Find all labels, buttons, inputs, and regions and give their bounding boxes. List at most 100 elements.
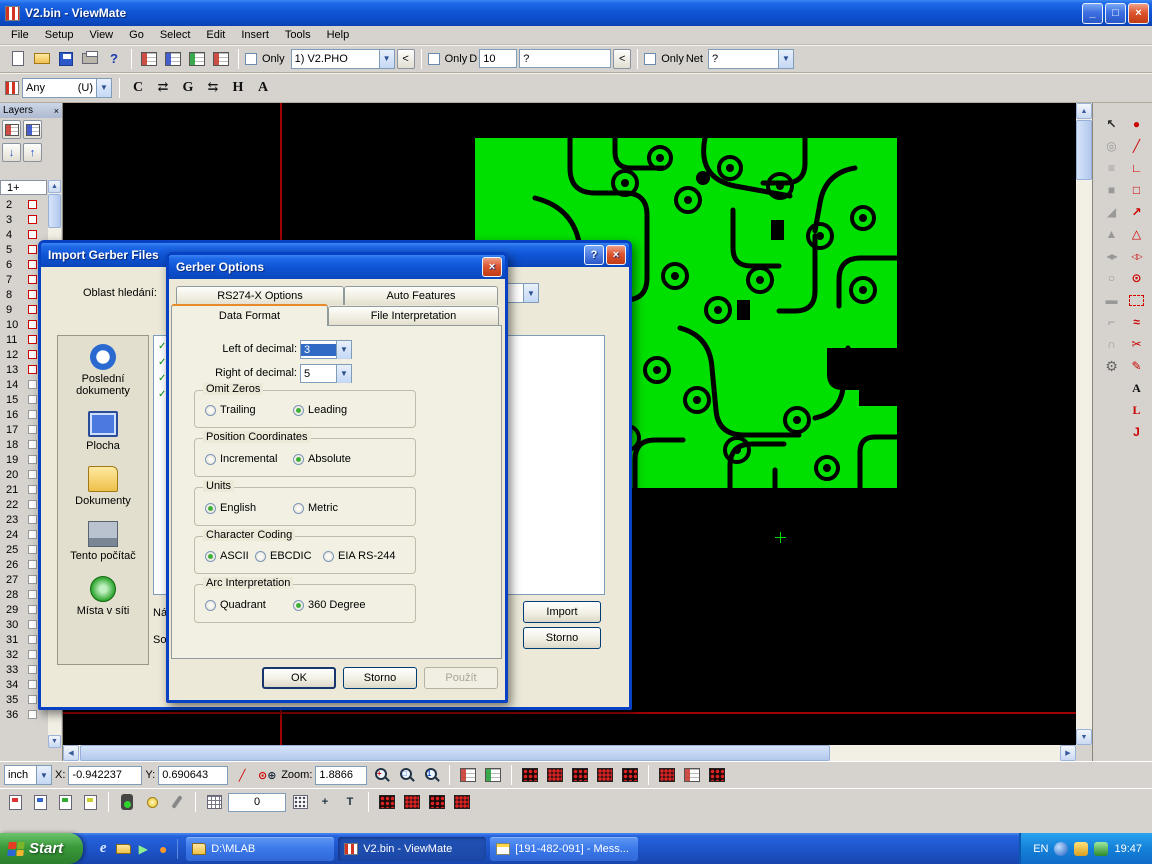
radio-leading[interactable]: Leading (293, 404, 347, 416)
apply-button[interactable]: Použít (424, 667, 498, 689)
place-desktop[interactable]: Plocha (58, 411, 148, 452)
layer-color-swatch[interactable] (28, 305, 37, 314)
place-computer[interactable]: Tento počítač (58, 521, 148, 562)
layer-color-swatch[interactable] (28, 605, 37, 614)
red-pattern-button-1[interactable] (376, 791, 398, 813)
layer-color-swatch[interactable] (28, 455, 37, 464)
radio-quadrant[interactable]: Quadrant (205, 599, 266, 611)
layer-color-swatch[interactable] (28, 260, 37, 269)
text-button[interactable] (339, 791, 361, 813)
swap-pads-button[interactable] (202, 77, 224, 99)
layer-color-swatch[interactable] (28, 275, 37, 284)
highlight-dcode-button[interactable] (127, 77, 149, 99)
print-button[interactable] (79, 48, 101, 70)
right-decimal-combo[interactable]: 5 (300, 364, 352, 383)
dcode-grid-button[interactable] (457, 764, 479, 786)
layer-color-swatch[interactable] (28, 635, 37, 644)
task-messenger[interactable]: [191-482-091] - Mess... (490, 837, 638, 861)
only-net-checkbox[interactable] (644, 53, 656, 65)
lines-icon[interactable] (1099, 157, 1124, 179)
layer-color-swatch[interactable] (28, 545, 37, 554)
open-file-button[interactable] (31, 48, 53, 70)
gear-icon[interactable] (1099, 355, 1124, 377)
d-value-field[interactable]: 10 (479, 49, 517, 68)
mirror-gray-icon[interactable] (1099, 245, 1124, 267)
highlight-toggle-button[interactable] (116, 791, 138, 813)
radio-eia[interactable]: EIA RS-244 (323, 550, 395, 562)
layers-grid-button[interactable] (2, 120, 21, 139)
quick-launch-ie[interactable] (93, 839, 113, 859)
set-origin-button[interactable]: ⊕ (256, 764, 278, 786)
layer-color-swatch[interactable] (28, 395, 37, 404)
scroll-left-icon[interactable]: ◀ (63, 745, 79, 761)
layer-color-swatch[interactable] (28, 200, 37, 209)
save-file-button[interactable] (55, 48, 77, 70)
layer-color-swatch[interactable] (28, 500, 37, 509)
pad-pattern-button-3[interactable] (569, 764, 591, 786)
layer-color-swatch[interactable] (28, 695, 37, 704)
chevron-down-icon[interactable] (523, 284, 538, 302)
chevron-down-icon[interactable] (96, 79, 111, 97)
menu-file[interactable]: File (3, 27, 37, 43)
layer-color-swatch[interactable] (28, 380, 37, 389)
layer-color-swatch[interactable] (28, 515, 37, 524)
pencil-icon[interactable] (1124, 355, 1149, 377)
menu-edit[interactable]: Edit (198, 27, 233, 43)
dcode-table-button[interactable] (138, 48, 160, 70)
layer-color-swatch[interactable] (28, 230, 37, 239)
pad-pattern-button-1[interactable] (519, 764, 541, 786)
radio-trailing[interactable]: Trailing (205, 404, 256, 416)
pad-pattern-button-4[interactable] (594, 764, 616, 786)
letter-a-icon[interactable] (1124, 377, 1149, 399)
close-button[interactable]: × (1128, 3, 1149, 24)
layer-page-button-3[interactable] (54, 791, 76, 813)
radio-ebcdic[interactable]: EBCDIC (255, 550, 312, 562)
tab-data-format[interactable]: Data Format (171, 304, 328, 326)
chevron-down-icon[interactable] (379, 50, 394, 68)
layer-combo[interactable]: 1) V2.PHO (291, 49, 395, 69)
red-pattern-button-4[interactable] (451, 791, 473, 813)
zoom-value-field[interactable]: 1.8866 (315, 766, 367, 785)
quick-launch-folder[interactable] (113, 839, 133, 859)
layers-list-button[interactable] (23, 120, 42, 139)
layer-row[interactable]: 2 (0, 197, 47, 212)
swap-mirror-button[interactable] (152, 77, 174, 99)
layer-color-swatch[interactable] (28, 590, 37, 599)
red-pattern-button-2[interactable] (401, 791, 423, 813)
messenger-tray-icon[interactable] (1074, 842, 1088, 856)
prev-d-button[interactable]: < (613, 49, 631, 69)
trace-pattern-button-3[interactable] (706, 764, 728, 786)
layer-color-swatch[interactable] (28, 620, 37, 629)
chevron-down-icon[interactable] (36, 766, 51, 784)
measure-line-button[interactable] (231, 764, 253, 786)
quick-launch-media[interactable] (133, 839, 153, 859)
layers-scroll-thumb[interactable] (48, 194, 61, 228)
layer-color-swatch[interactable] (28, 290, 37, 299)
radio-english[interactable]: English (205, 502, 256, 514)
layer-color-swatch[interactable] (28, 485, 37, 494)
pad-dot-icon[interactable] (1124, 113, 1149, 135)
layer-color-swatch[interactable] (28, 320, 37, 329)
layer-color-swatch[interactable] (28, 575, 37, 584)
pad-pattern-button-5[interactable] (619, 764, 641, 786)
zigzag-icon[interactable] (1124, 311, 1149, 333)
only-d-checkbox[interactable] (428, 53, 440, 65)
net-combo[interactable]: ? (708, 49, 794, 69)
canvas-horizontal-scrollbar[interactable]: ◀ ▶ (63, 745, 1076, 761)
layer-page-button-1[interactable] (4, 791, 26, 813)
ramp-icon[interactable] (1099, 201, 1124, 223)
report-table-button[interactable] (210, 48, 232, 70)
only-layer-checkbox[interactable] (245, 53, 257, 65)
layer-color-swatch[interactable] (28, 650, 37, 659)
cancel-button[interactable]: Storno (343, 667, 417, 689)
layer-up-button[interactable] (23, 143, 42, 162)
prev-layer-button[interactable]: < (397, 49, 415, 69)
letter-l-icon[interactable] (1124, 399, 1149, 421)
layer-color-swatch[interactable] (28, 530, 37, 539)
zoom-one-button[interactable] (420, 764, 442, 786)
language-indicator[interactable]: EN (1033, 843, 1048, 855)
layer-color-swatch[interactable] (28, 470, 37, 479)
y-coordinate-field[interactable]: 0.690643 (158, 766, 228, 785)
menu-insert[interactable]: Insert (233, 27, 277, 43)
highlight-hcode-button[interactable] (227, 77, 249, 99)
